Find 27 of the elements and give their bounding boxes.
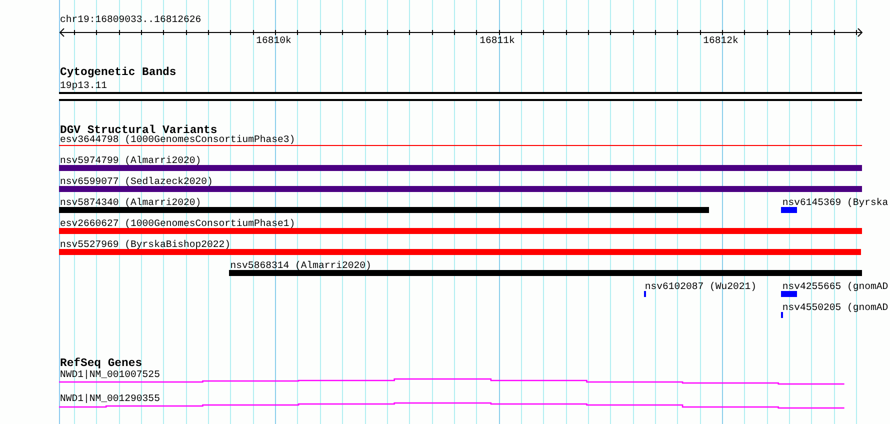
gene-line[interactable] — [59, 378, 844, 385]
location-label: chr19:16809033..16812626 — [60, 14, 202, 26]
variant-bar[interactable] — [781, 312, 784, 318]
track-title: RefSeq Genes — [60, 358, 142, 370]
gene-label[interactable]: NWD1|NM_001290355 — [60, 393, 160, 405]
variant-label[interactable]: nsv4255665 (gnomAD — [782, 281, 888, 293]
variant-label[interactable]: nsv5868314 (Almarri2020) — [230, 260, 372, 272]
band-label: 19p13.11 — [60, 80, 108, 92]
variant-label[interactable]: nsv5974799 (Almarri2020) — [60, 155, 202, 167]
track-title: Cytogenetic Bands — [60, 67, 176, 80]
variant-bar[interactable] — [644, 291, 646, 297]
variant-bar[interactable] — [781, 291, 798, 297]
gene-label[interactable]: NWD1|NM_001007525 — [60, 369, 160, 381]
variant-label[interactable]: nsv5527969 (ByrskaBishop2022) — [60, 239, 230, 251]
variant-bar[interactable] — [781, 207, 798, 213]
variant-label[interactable]: nsv6145369 (Byrska — [782, 197, 888, 209]
scale-label: 16810k — [256, 35, 292, 47]
variant-label[interactable]: nsv6599077 (Sedlazeck2020) — [60, 176, 213, 188]
variant-label[interactable]: esv2660627 (1000GenomesConsortiumPhase1) — [60, 218, 296, 230]
variant-label[interactable]: nsv4550205 (gnomAD — [782, 302, 888, 314]
variant-label[interactable]: nsv6102087 (Wu2021) — [644, 281, 757, 293]
variant-label[interactable]: esv3644798 (1000GenomesConsortiumPhase3) — [60, 134, 296, 146]
scale-label: 16811k — [480, 35, 515, 47]
gene-line[interactable] — [59, 402, 844, 409]
variant-label[interactable]: nsv5874340 (Almarri2020) — [60, 197, 202, 209]
variant-line[interactable] — [59, 145, 862, 146]
scale-label: 16812k — [703, 35, 738, 47]
